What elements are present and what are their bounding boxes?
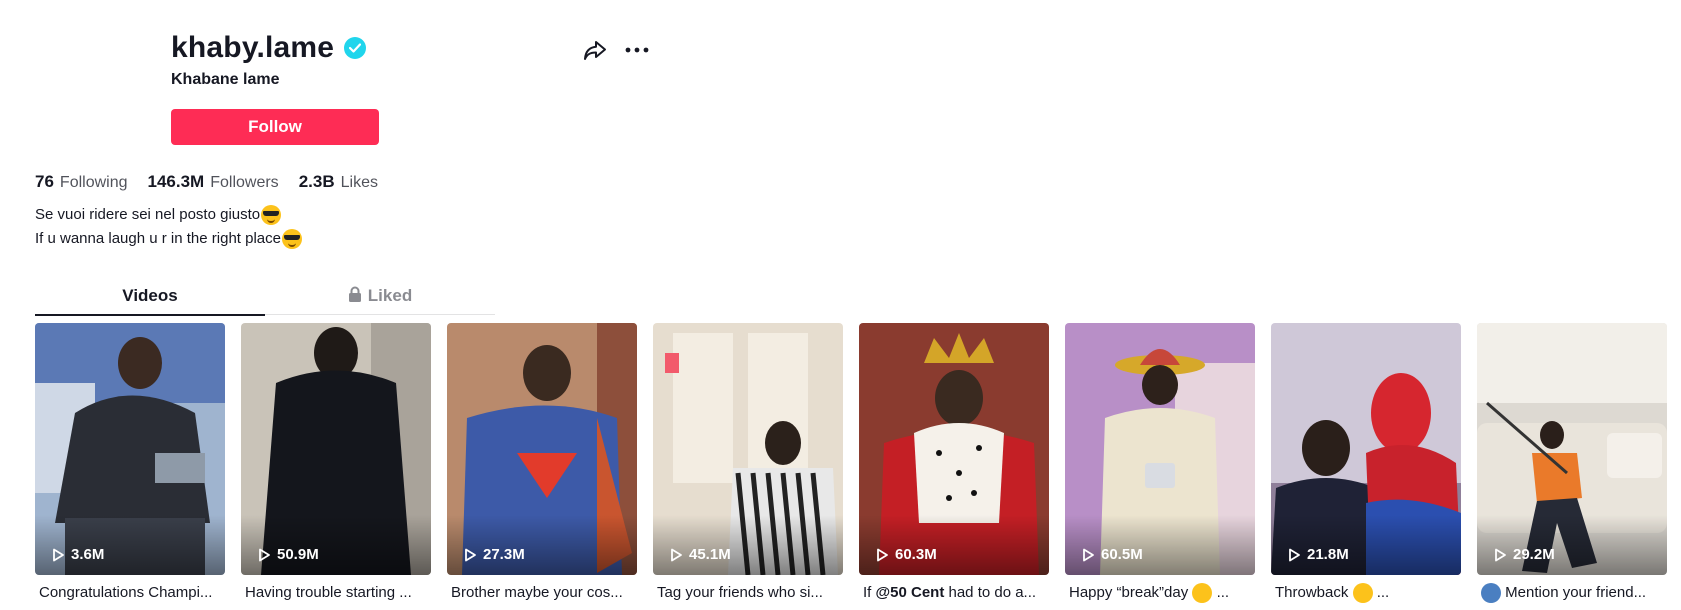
profile-username: khaby.lame <box>171 28 367 68</box>
followers-count: 146.3M <box>147 172 205 191</box>
profile-nickname: Khabane lame <box>171 71 280 88</box>
play-icon <box>1289 548 1300 561</box>
sunglasses-emoji-icon <box>261 205 282 225</box>
tab-liked[interactable]: Liked <box>265 280 495 315</box>
video-card[interactable]: 50.9M Having trouble starting ... <box>241 323 431 603</box>
play-icon <box>671 548 682 561</box>
view-count-text: 29.2M <box>1513 546 1555 563</box>
video-caption[interactable]: Mention your friend... <box>1477 583 1667 604</box>
video-caption[interactable]: If @50 Cent had to do a... <box>859 583 1049 603</box>
follow-button[interactable]: Follow <box>171 109 379 145</box>
caption-text: Mention your friend... <box>1501 584 1647 601</box>
play-icon <box>53 548 64 561</box>
video-thumbnail[interactable]: 3.6M <box>35 323 225 575</box>
caption-text: had to do a... <box>944 584 1037 601</box>
view-count: 3.6M <box>51 546 104 563</box>
view-count: 21.8M <box>1287 546 1349 563</box>
caption-mention[interactable]: @50 Cent <box>876 584 945 601</box>
lock-icon <box>348 286 362 307</box>
tab-videos-label: Videos <box>122 286 178 305</box>
view-count: 29.2M <box>1493 546 1555 563</box>
video-caption[interactable]: Tag your friends who si... <box>653 583 843 603</box>
caption-text: ... <box>1212 584 1230 601</box>
sunglasses-emoji-icon <box>282 229 302 249</box>
view-count-text: 21.8M <box>1307 546 1349 563</box>
view-count: 50.9M <box>257 546 319 563</box>
view-count: 60.3M <box>875 546 937 563</box>
bio-line-2: If u wanna laugh u r in the right place <box>35 227 302 251</box>
video-card[interactable]: 27.3M Brother maybe your cos... <box>447 323 637 603</box>
likes-count: 2.3B <box>298 172 335 191</box>
fishing-emoji-icon <box>1481 583 1501 604</box>
caption-text: Happy “break”day <box>1069 584 1193 601</box>
play-icon <box>1083 548 1094 561</box>
tab-liked-label: Liked <box>367 286 413 305</box>
video-thumbnail[interactable]: 27.3M <box>447 323 637 575</box>
play-icon <box>877 548 888 561</box>
profile-tabs: Videos Liked <box>35 280 495 316</box>
view-count-text: 45.1M <box>689 546 731 563</box>
video-caption[interactable]: Brother maybe your cos... <box>447 583 637 603</box>
more-options-icon[interactable] <box>622 36 652 64</box>
likes-label: Likes <box>340 174 378 191</box>
video-grid: 3.6M Congratulations Champi... 50.9M Hav… <box>35 323 1667 604</box>
view-count-text: 60.3M <box>895 546 937 563</box>
share-icon[interactable] <box>580 36 610 64</box>
view-count-text: 50.9M <box>277 546 319 563</box>
video-thumbnail[interactable]: 21.8M <box>1271 323 1461 575</box>
video-caption[interactable]: Having trouble starting ... <box>241 583 431 603</box>
following-count: 76 <box>35 172 54 191</box>
video-card[interactable]: 60.3M If @50 Cent had to do a... <box>859 323 1049 603</box>
view-count: 45.1M <box>669 546 731 563</box>
video-card[interactable]: 3.6M Congratulations Champi... <box>35 323 225 603</box>
following-stat[interactable]: 76 Following <box>35 171 128 194</box>
tab-videos[interactable]: Videos <box>35 280 265 316</box>
username-text: khaby.lame <box>171 31 335 64</box>
party-face-emoji-icon <box>1192 583 1213 604</box>
video-thumbnail[interactable]: 45.1M <box>653 323 843 575</box>
followers-stat[interactable]: 146.3M Followers <box>148 171 279 194</box>
view-count: 60.5M <box>1081 546 1143 563</box>
bio-text-1: Se vuoi ridere sei nel posto giusto <box>35 206 261 223</box>
play-icon <box>465 548 476 561</box>
video-thumbnail[interactable]: 50.9M <box>241 323 431 575</box>
view-count-text: 3.6M <box>71 546 105 563</box>
video-caption[interactable]: Happy “break”day ... <box>1065 583 1255 604</box>
profile-bio: Se vuoi ridere sei nel posto giusto If u… <box>35 203 302 251</box>
video-caption[interactable]: Congratulations Champi... <box>35 583 225 603</box>
video-thumbnail[interactable]: 60.3M <box>859 323 1049 575</box>
video-card[interactable]: 29.2M Mention your friend... <box>1477 323 1667 604</box>
caption-text: Throwback <box>1275 584 1353 601</box>
video-thumbnail[interactable]: 60.5M <box>1065 323 1255 575</box>
video-thumbnail[interactable]: 29.2M <box>1477 323 1667 575</box>
profile-page: khaby.lame Khabane lame Follow 76 Follow… <box>0 0 1681 610</box>
video-card[interactable]: 60.5M Happy “break”day ... <box>1065 323 1255 604</box>
view-count-text: 27.3M <box>483 546 525 563</box>
video-card[interactable]: 21.8M Throwback ... <box>1271 323 1461 604</box>
sunglasses-emoji-icon <box>1352 583 1373 604</box>
bio-line-1: Se vuoi ridere sei nel posto giusto <box>35 203 302 227</box>
view-count: 27.3M <box>463 546 525 563</box>
bio-text-2: If u wanna laugh u r in the right place <box>35 230 281 247</box>
play-icon <box>259 548 270 561</box>
video-caption[interactable]: Throwback ... <box>1271 583 1461 604</box>
video-card[interactable]: 45.1M Tag your friends who si... <box>653 323 843 603</box>
play-icon <box>1495 548 1506 561</box>
caption-text: If <box>863 584 876 601</box>
followers-label: Followers <box>210 174 279 191</box>
caption-text: ... <box>1372 584 1390 601</box>
likes-stat: 2.3B Likes <box>299 171 378 194</box>
verified-badge-icon <box>344 37 367 59</box>
profile-stats: 76 Following 146.3M Followers 2.3B Likes <box>35 171 398 194</box>
following-label: Following <box>59 174 128 191</box>
view-count-text: 60.5M <box>1101 546 1143 563</box>
